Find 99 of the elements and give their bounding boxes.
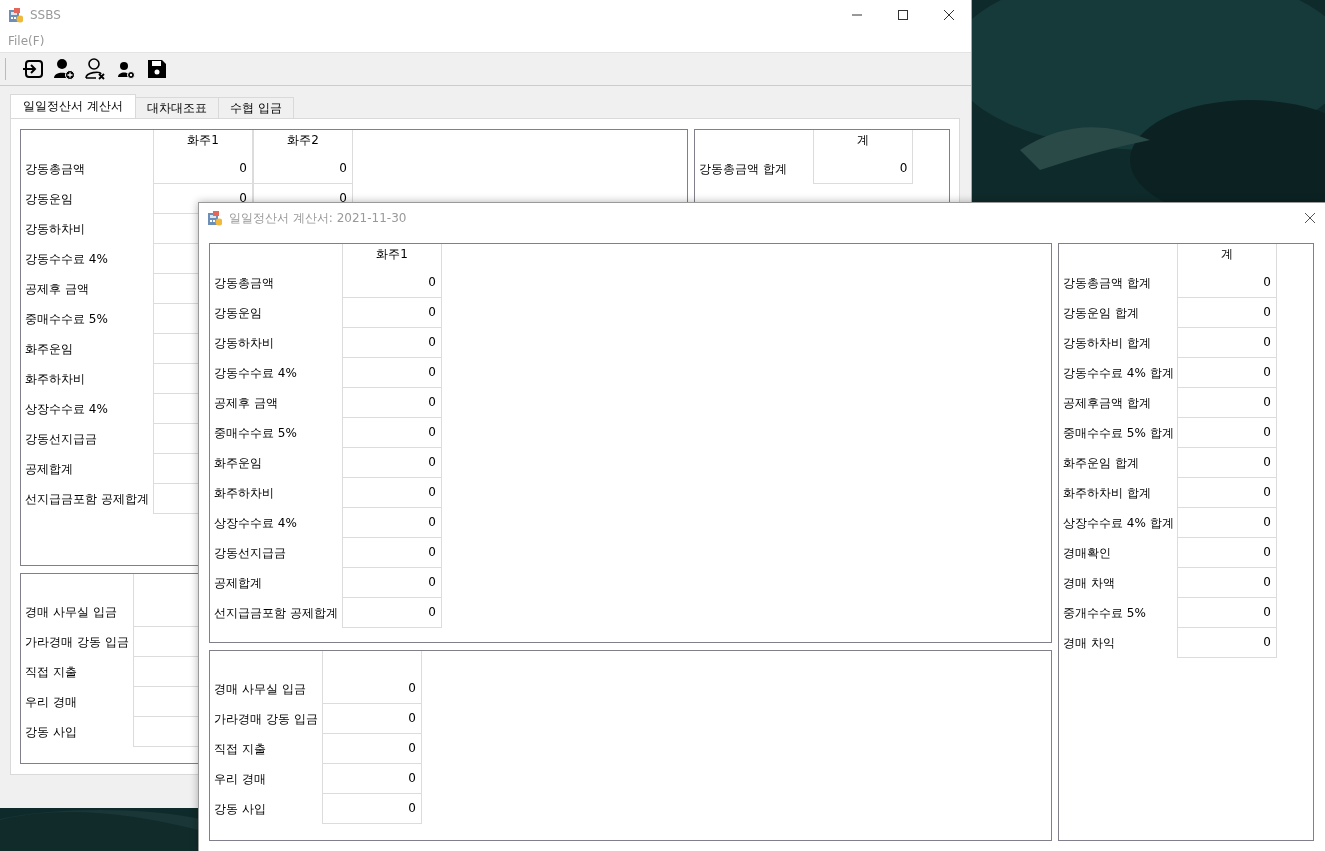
table-cell: 0 — [253, 154, 353, 184]
table-cell: 0 — [1177, 448, 1277, 478]
row-label: 강동운임 — [214, 304, 262, 322]
remove-user-icon[interactable] — [84, 58, 106, 80]
row-label: 경매 차액 — [1063, 574, 1115, 592]
tab[interactable]: 수협 입금 — [217, 97, 294, 118]
row-label: 우리 경매 — [214, 770, 266, 788]
row-label: 경매 차익 — [1063, 634, 1115, 652]
row-label: 직접 지출 — [25, 663, 77, 681]
row-label: 선지급금포함 공제합계 — [214, 604, 338, 622]
table-cell: 0 — [813, 154, 914, 184]
tab[interactable]: 일일정산서 계산서 — [10, 94, 136, 118]
row-label: 직접 지출 — [214, 740, 266, 758]
row-label: 중개수수료 5% — [1063, 604, 1146, 622]
table-cell: 0 — [1177, 358, 1277, 388]
row-label: 경매 사무실 입금 — [25, 603, 117, 621]
table-cell: 0 — [342, 568, 442, 598]
column-header: 화주2 — [253, 130, 353, 154]
row-label: 강동선지급금 — [214, 544, 286, 562]
table-cell: 0 — [342, 478, 442, 508]
table-cell: 0 — [322, 674, 422, 704]
row-label: 강동하차비 합계 — [1063, 334, 1151, 352]
table-cell: 0 — [342, 598, 442, 628]
row-label: 중매수수료 5% 합계 — [1063, 424, 1174, 442]
row-label: 강동하차비 — [25, 220, 85, 238]
table-cell: 0 — [342, 328, 442, 358]
row-label: 공제합계 — [25, 460, 73, 478]
row-label: 강동운임 — [25, 190, 73, 208]
table-cell: 0 — [1177, 388, 1277, 418]
table-cell: 0 — [1177, 478, 1277, 508]
table-cell: 0 — [322, 764, 422, 794]
table-cell: 0 — [342, 268, 442, 298]
row-label: 강동수수료 4% — [214, 364, 297, 382]
row-label: 화주운임 합계 — [1063, 454, 1139, 472]
row-label: 강동총금액 합계 — [699, 160, 788, 178]
close-icon[interactable] — [943, 9, 955, 21]
row-label: 상장수수료 4% — [214, 514, 297, 532]
row-label: 가라경매 강동 입금 — [214, 710, 318, 728]
save-icon[interactable] — [146, 58, 168, 80]
toolbar-grip — [4, 57, 7, 81]
table-cell: 0 — [342, 358, 442, 388]
table-cell: 0 — [1177, 628, 1277, 658]
row-label: 강동총금액 — [25, 160, 85, 178]
row-label: 강동 사입 — [25, 723, 77, 741]
column-header: 계 — [1177, 244, 1277, 268]
row-label: 중매수수료 5% — [25, 310, 108, 328]
row-label: 중매수수료 5% — [214, 424, 297, 442]
row-label: 경매확인 — [1063, 544, 1111, 562]
table-cell: 0 — [342, 508, 442, 538]
row-label: 선지급금포함 공제합계 — [25, 490, 149, 508]
table-cell: 0 — [1177, 598, 1277, 628]
row-label: 강동수수료 4% — [25, 250, 108, 268]
app-icon — [8, 7, 23, 23]
add-user-icon[interactable] — [53, 58, 75, 80]
table-cell: 0 — [1177, 538, 1277, 568]
row-label: 강동 사입 — [214, 800, 266, 818]
row-label: 강동총금액 — [214, 274, 274, 292]
row-label: 화주운임 — [214, 454, 262, 472]
table-cell: 0 — [342, 418, 442, 448]
row-label: 강동운임 합계 — [1063, 304, 1139, 322]
column-header: 계 — [813, 130, 914, 154]
table-cell: 0 — [342, 388, 442, 418]
row-label: 우리 경매 — [25, 693, 77, 711]
row-label: 화주하차비 — [214, 484, 274, 502]
table-cell: 0 — [1177, 568, 1277, 598]
maximize-icon[interactable] — [897, 9, 909, 21]
row-label: 경매 사무실 입금 — [214, 680, 306, 698]
column-header: 화주1 — [153, 130, 253, 154]
column-header: 화주1 — [342, 244, 442, 268]
table-cell: 0 — [1177, 418, 1277, 448]
login-icon[interactable] — [22, 58, 44, 80]
row-label: 강동하차비 — [214, 334, 274, 352]
row-label: 가라경매 강동 입금 — [25, 633, 129, 651]
row-label: 화주운임 — [25, 340, 73, 358]
row-label: 화주하차비 합계 — [1063, 484, 1151, 502]
table-cell: 0 — [1177, 268, 1277, 298]
row-label: 공제후금액 합계 — [1063, 394, 1151, 412]
row-label: 상장수수료 4% 합계 — [1063, 514, 1174, 532]
row-label: 강동선지급금 — [25, 430, 97, 448]
row-label: 상장수수료 4% — [25, 400, 108, 418]
row-label: 공제후 금액 — [214, 394, 278, 412]
table-cell: 0 — [322, 734, 422, 764]
table-cell: 0 — [153, 154, 253, 184]
row-label: 강동총금액 합계 — [1063, 274, 1151, 292]
row-label: 강동수수료 4% 합계 — [1063, 364, 1174, 382]
table-cell: 0 — [342, 298, 442, 328]
table-cell: 0 — [1177, 328, 1277, 358]
table-cell: 0 — [342, 538, 442, 568]
table-cell: 0 — [342, 448, 442, 478]
table-cell: 0 — [1177, 508, 1277, 538]
table-cell: 0 — [1177, 298, 1277, 328]
row-label: 공제후 금액 — [25, 280, 89, 298]
table-cell: 0 — [322, 704, 422, 734]
row-label: 공제합계 — [214, 574, 262, 592]
table-cell: 0 — [322, 794, 422, 824]
row-label: 화주하차비 — [25, 370, 85, 388]
close-icon[interactable] — [1304, 212, 1316, 224]
app-icon — [207, 210, 222, 226]
window-title: SSBS — [30, 8, 61, 22]
